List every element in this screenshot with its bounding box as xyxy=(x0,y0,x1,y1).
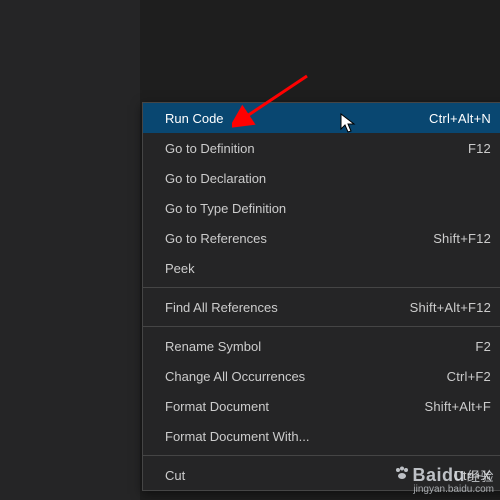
watermark: Baidu经验 jingyan.baidu.com xyxy=(394,465,494,495)
menu-item-go-to-definition[interactable]: Go to Definition F12 xyxy=(143,133,500,163)
menu-item-label: Find All References xyxy=(165,300,278,315)
menu-separator xyxy=(143,326,500,327)
menu-item-shortcut: F12 xyxy=(468,141,491,156)
menu-item-go-to-type-definition[interactable]: Go to Type Definition xyxy=(143,193,500,223)
menu-item-label: Go to Definition xyxy=(165,141,255,156)
menu-item-rename-symbol[interactable]: Rename Symbol F2 xyxy=(143,331,500,361)
menu-item-shortcut: F2 xyxy=(475,339,491,354)
menu-item-run-code[interactable]: Run Code Ctrl+Alt+N xyxy=(143,103,500,133)
menu-item-label: Format Document xyxy=(165,399,269,414)
menu-item-label: Run Code xyxy=(165,111,224,126)
menu-item-label: Format Document With... xyxy=(165,429,309,444)
app-window: Run CodeCtrl+Alt+NGo to DefinitionF12Go … xyxy=(0,0,500,500)
menu-separator xyxy=(143,287,500,288)
menu-item-label: Go to Declaration xyxy=(165,171,266,186)
menu-item-format-document-with[interactable]: Format Document With... xyxy=(143,421,500,451)
menu-item-shortcut: Ctrl+Alt+N xyxy=(429,111,491,126)
menu-item-shortcut: Ctrl+F2 xyxy=(447,369,491,384)
menu-item-label: Go to References xyxy=(165,231,267,246)
watermark-sub: 经验 xyxy=(467,469,494,484)
menu-item-shortcut: Shift+Alt+F12 xyxy=(410,300,491,315)
menu-item-label: Cut xyxy=(165,468,185,483)
watermark-url: jingyan.baidu.com xyxy=(394,485,494,495)
menu-item-shortcut: Shift+Alt+F xyxy=(424,399,491,414)
watermark-brand: Baidu xyxy=(412,465,465,485)
menu-item-label: Peek xyxy=(165,261,195,276)
menu-separator xyxy=(143,455,500,456)
menu-item-go-to-declaration[interactable]: Go to Declaration xyxy=(143,163,500,193)
sidebar xyxy=(0,0,141,500)
menu-item-label: Rename Symbol xyxy=(165,339,261,354)
menu-item-format-document[interactable]: Format Document Shift+Alt+F xyxy=(143,391,500,421)
menu-item-peek[interactable]: Peek xyxy=(143,253,500,283)
menu-item-label: Go to Type Definition xyxy=(165,201,286,216)
menu-item-find-all-references[interactable]: Find All References Shift+Alt+F12 xyxy=(143,292,500,322)
context-menu: Run CodeCtrl+Alt+NGo to DefinitionF12Go … xyxy=(142,102,500,491)
menu-item-label: Change All Occurrences xyxy=(165,369,305,384)
menu-item-go-to-references[interactable]: Go to References Shift+F12 xyxy=(143,223,500,253)
menu-item-change-all-occurrences[interactable]: Change All Occurrences Ctrl+F2 xyxy=(143,361,500,391)
menu-item-shortcut: Shift+F12 xyxy=(433,231,491,246)
